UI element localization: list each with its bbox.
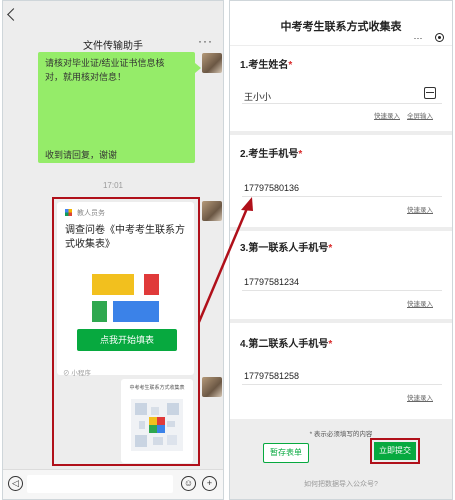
card-footer-label: 小程序 [71, 370, 91, 377]
quick-entry-link[interactable]: 快速录入 [407, 298, 433, 308]
mini-program-card[interactable]: 教人员务 调查问卷《中考考生联系方式收集表》 点我开始填表 ⊘ 小程序 [57, 202, 194, 377]
input-bar: ◁ ☺ + [3, 469, 223, 499]
avatar[interactable] [202, 377, 222, 397]
contact2-phone-input[interactable]: 17797581258 [244, 371, 299, 381]
form-title: 中考考生联系方式收集表 [280, 21, 402, 33]
card-source: 教人员务 [65, 208, 105, 218]
start-fill-button[interactable]: 点我开始填表 [77, 329, 177, 351]
chat-title: 文件传输助手 [83, 41, 143, 52]
qr-code-image [131, 399, 183, 451]
scan-icon[interactable] [424, 87, 436, 99]
quick-entry-link[interactable]: 快速录入 [407, 392, 433, 402]
more-icon[interactable]: ··· [198, 34, 213, 48]
question-student-phone: 2.考生手机号* 17797580136 快速录入 [230, 135, 452, 227]
question-contact1-phone: 3.第一联系人手机号* 17797581234 快速录入 [230, 231, 452, 319]
save-draft-button[interactable]: 暂存表单 [263, 443, 309, 463]
bubble-tail [195, 63, 201, 73]
fullscreen-input-link[interactable]: 全屏输入 [407, 110, 433, 120]
cover-logo-green [92, 301, 107, 322]
name-input[interactable]: 王小小 [244, 90, 271, 103]
card-footer: ⊘ 小程序 [63, 367, 91, 377]
student-phone-input[interactable]: 17797580136 [244, 183, 299, 193]
question-name: 1.考生姓名* 王小小 快速录入 全屏输入 [230, 46, 452, 131]
message-input[interactable] [27, 475, 173, 493]
chat-header: 文件传输助手 ··· [3, 1, 223, 52]
chat-screen: 文件传输助手 ··· 请核对毕业证/结业证书信息核 对，就用核对信息！ 收到请回… [2, 0, 224, 500]
quick-entry-link[interactable]: 快速录入 [407, 204, 433, 214]
voice-icon[interactable]: ◁ [8, 476, 23, 491]
input-underline [242, 384, 442, 385]
cover-logo-blue [113, 301, 159, 322]
cover-logo-yellow [92, 274, 134, 295]
input-underline [242, 103, 442, 104]
back-icon[interactable] [7, 8, 20, 21]
qr-card[interactable]: 中考考生联系方式收集表 [121, 379, 193, 463]
message-bubble[interactable]: 请核对毕业证/结业证书信息核 对，就用核对信息！ [38, 52, 195, 163]
avatar[interactable] [202, 201, 222, 221]
close-target-icon[interactable] [435, 33, 444, 42]
required-note: * 表示必须填写的内容 [309, 431, 373, 438]
form-header: 中考考生联系方式收集表 ··· [230, 1, 452, 45]
highlighted-card-region: 教人员务 调查问卷《中考考生联系方式收集表》 点我开始填表 ⊘ 小程序 中考考生… [52, 197, 200, 466]
qr-card-title: 中考考生联系方式收集表 [129, 385, 185, 391]
emoji-icon[interactable]: ☺ [181, 476, 196, 491]
card-source-label: 教人员务 [76, 210, 105, 217]
more-icon[interactable]: ··· [413, 33, 422, 43]
contact1-phone-input[interactable]: 17797581234 [244, 277, 299, 287]
add-icon[interactable]: + [202, 476, 217, 491]
submit-highlight-box: 立即提交 [370, 438, 420, 464]
question-label: 2.考生手机号* [240, 149, 303, 160]
message-line: 对，就用核对信息！ [45, 72, 127, 82]
question-label: 3.第一联系人手机号* [240, 243, 333, 254]
card-title: 调查问卷《中考考生联系方式收集表》 [65, 225, 185, 250]
avatar[interactable] [202, 53, 222, 73]
mini-program-logo-icon [65, 209, 72, 216]
question-label: 1.考生姓名* [240, 60, 293, 71]
quick-entry-link[interactable]: 快速录入 [374, 110, 400, 120]
capsule-menu[interactable]: ··· [413, 33, 444, 43]
submit-button[interactable]: 立即提交 [374, 442, 416, 460]
timestamp: 17:01 [102, 181, 124, 190]
cover-logo-red [144, 274, 159, 295]
message-line: 请核对毕业证/结业证书信息核 [45, 58, 165, 68]
question-label: 4.第二联系人手机号* [240, 339, 333, 350]
question-contact2-phone: 4.第二联系人手机号* 17797581258 快速录入 [230, 323, 452, 419]
input-underline [242, 290, 442, 291]
message-line: 收到请回复，谢谢 [45, 150, 118, 160]
input-underline [242, 196, 442, 197]
form-screen: 中考考生联系方式收集表 ··· 1.考生姓名* 王小小 快速录入 全屏输入 2.… [229, 0, 453, 500]
form-footer-link[interactable]: 如何把数据导入公众号? [230, 479, 452, 489]
